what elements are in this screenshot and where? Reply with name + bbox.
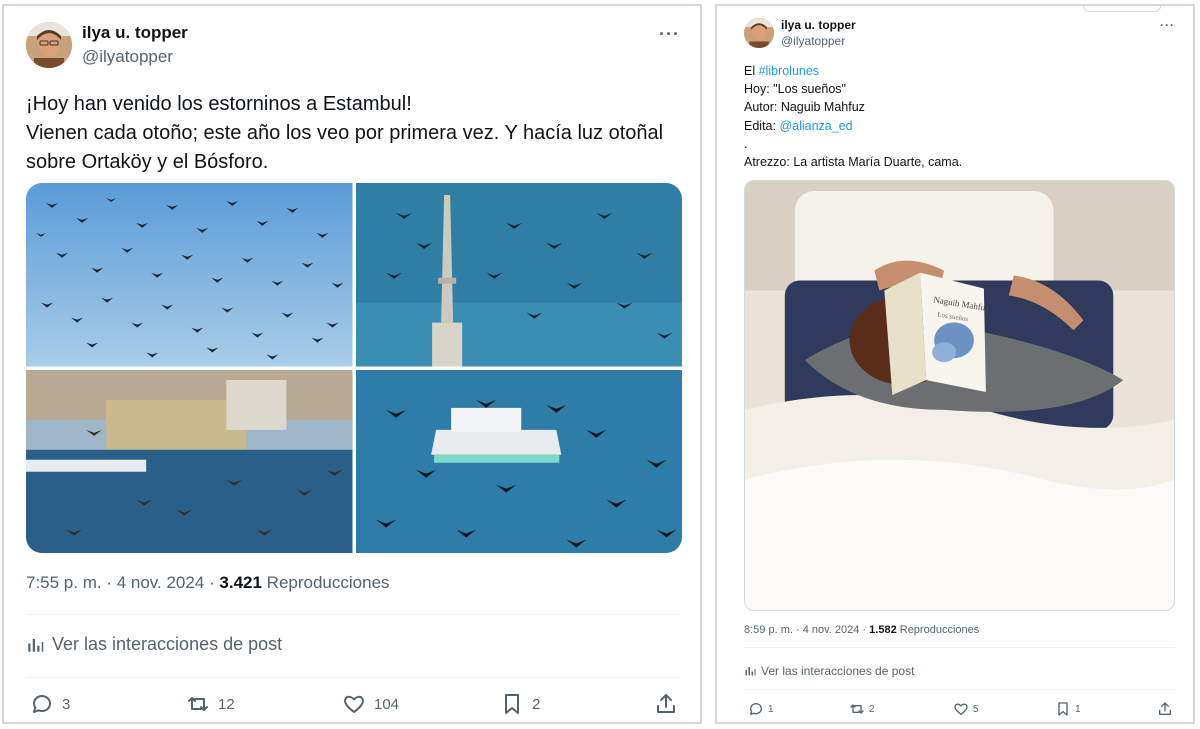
tweet-text-line: Edita: @alianza_ed (744, 117, 1174, 135)
like-icon (344, 695, 364, 713)
divider (26, 614, 680, 615)
tweet-text-line: Vienen cada otoño; este año los veo por … (26, 122, 664, 173)
share-icon (657, 694, 675, 713)
view-interactions-link[interactable]: Ver las interacciones de post (26, 634, 282, 655)
author-block[interactable]: ilya u. topper @ilyatopper (26, 22, 188, 68)
photo-minaret-birds[interactable] (355, 183, 682, 367)
author-handle[interactable]: @ilyatopper (82, 47, 188, 67)
avatar[interactable] (26, 22, 72, 68)
like-icon (954, 703, 968, 715)
repost-button[interactable]: 2 (849, 701, 875, 717)
divider (744, 689, 1175, 690)
more-icon[interactable]: ··· (659, 24, 680, 45)
view-count: 3.421 (219, 573, 262, 592)
view-interactions-link[interactable]: Ver las interacciones de post (744, 664, 914, 678)
book-cover: Naguib Mahfuz Los sueños (884, 272, 990, 396)
bookmark-button[interactable]: 1 (1055, 701, 1081, 717)
view-count: 1.582 (869, 624, 897, 636)
text-prefix: El (744, 64, 759, 78)
avatar[interactable] (744, 18, 774, 48)
analytics-icon (745, 667, 756, 676)
highlight-underline (336, 722, 398, 724)
author-name[interactable]: ilya u. topper (781, 18, 856, 32)
bookmark-count: 2 (532, 695, 541, 713)
highlight-underline (835, 722, 893, 724)
reply-button[interactable]: 1 (748, 701, 774, 717)
tweet-text: El #librolunes Hoy: "Los sueños" Autor: … (744, 62, 1174, 171)
hashtag-link[interactable]: #librolunes (759, 64, 819, 78)
bookmark-button[interactable]: 2 (500, 692, 540, 716)
photo-starlings-sky[interactable] (26, 183, 353, 367)
mention-link[interactable]: @alianza_ed (779, 119, 852, 133)
bookmark-icon (1058, 702, 1068, 716)
reply-button[interactable]: 3 (30, 692, 70, 716)
view-interactions-label: Ver las interacciones de post (761, 664, 915, 678)
media-grid[interactable] (26, 183, 682, 553)
decorative-pill (1083, 6, 1161, 12)
like-button[interactable]: 5 (953, 701, 979, 717)
repost-count: 2 (869, 703, 875, 715)
divider (26, 677, 680, 678)
highlight-underline (923, 722, 999, 724)
author-block[interactable]: ilya u. topper @ilyatopper (744, 18, 856, 48)
tweet-text: ¡Hoy han venido los estorninos a Estambu… (26, 90, 686, 177)
photo-book-on-bed[interactable]: Naguib Mahfuz Los sueños (744, 180, 1175, 611)
tweet-text-line: El #librolunes (744, 62, 1174, 80)
reply-icon (750, 703, 762, 715)
reply-count: 1 (768, 703, 774, 715)
repost-count: 12 (218, 695, 235, 713)
tweet-text-line: Atrezzo: La artista María Duarte, cama. (744, 155, 963, 170)
tweet-text-line: . (744, 136, 748, 151)
post-meta: 8:59 p. m. · 4 nov. 2024 · 1.582 Reprodu… (744, 624, 979, 636)
repost-button[interactable]: 12 (186, 692, 235, 716)
repost-icon (188, 697, 208, 711)
share-button[interactable] (654, 692, 686, 716)
view-interactions-label: Ver las interacciones de post (52, 634, 283, 654)
photo-boat-birds[interactable] (355, 369, 682, 553)
highlight-underline (184, 722, 254, 724)
share-button[interactable] (1157, 701, 1177, 717)
views-label: Reproducciones (896, 624, 980, 636)
tweet-card-right: ilya u. topper @ilyatopper ··· El #libro… (715, 4, 1195, 724)
author-name[interactable]: ilya u. topper (82, 23, 188, 43)
share-icon (1159, 702, 1171, 715)
analytics-icon (28, 638, 44, 652)
bookmark-icon (505, 694, 519, 714)
repost-icon (850, 704, 864, 714)
reply-icon (33, 695, 51, 713)
like-count: 5 (973, 703, 979, 715)
like-count: 104 (374, 695, 400, 713)
tweet-text-line: Hoy: "Los sueños" (744, 82, 846, 97)
post-meta: 7:55 p. m. · 4 nov. 2024 · 3.421 Reprodu… (26, 573, 390, 593)
post-time[interactable]: 7:55 p. m. · 4 nov. 2024 · (26, 573, 219, 592)
reply-count: 3 (62, 695, 71, 713)
author-handle[interactable]: @ilyatopper (781, 34, 856, 48)
views-label: Reproducciones (261, 573, 390, 592)
bookmark-count: 1 (1075, 703, 1081, 715)
post-time[interactable]: 8:59 p. m. · 4 nov. 2024 · (744, 624, 869, 636)
tweet-text-line: ¡Hoy han venido los estorninos a Estambu… (26, 93, 412, 115)
tweet-card-left: ilya u. topper @ilyatopper ··· ¡Hoy han … (2, 4, 702, 724)
more-icon[interactable]: ··· (1160, 18, 1175, 32)
photo-waterfront[interactable] (26, 369, 353, 553)
like-button[interactable]: 104 (342, 692, 399, 716)
text-prefix: Edita: (744, 118, 780, 133)
tweet-text-line: Autor: Naguib Mahfuz (744, 100, 865, 115)
divider (744, 647, 1175, 648)
